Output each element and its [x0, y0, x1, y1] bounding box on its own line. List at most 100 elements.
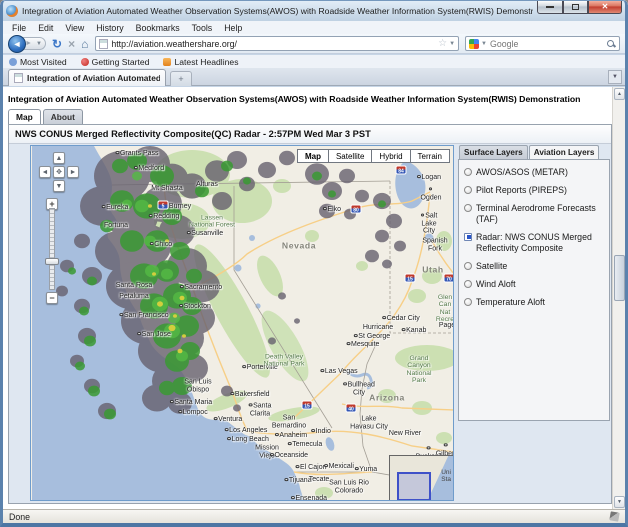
status-text: Done [9, 511, 31, 522]
map-type-hybrid[interactable]: Hybrid [372, 149, 411, 163]
pan-center-button[interactable]: ✥ [53, 166, 65, 178]
interstate-40-shield: 40 [345, 403, 357, 413]
map-type-buttons: Map Satellite Hybrid Terrain [296, 149, 450, 163]
scroll-down-button[interactable]: ▼ [614, 496, 625, 508]
history-dropdown-icon[interactable]: ▼ [36, 41, 42, 47]
radio-unselected[interactable] [464, 279, 472, 288]
map-panel: NWS CONUS Merged Reflectivity Composite(… [8, 124, 612, 504]
firefox-icon [6, 4, 18, 17]
interstate-84-shield: 84 [395, 165, 407, 175]
zoom-slider-handle[interactable] [45, 258, 59, 265]
scroll-up-button[interactable]: ▲ [614, 88, 625, 100]
url-dropdown-icon[interactable]: ▼ [449, 41, 455, 47]
radio-unselected[interactable] [464, 203, 472, 212]
layer-option[interactable]: AWOS/ASOS (METAR) [464, 167, 606, 178]
tab-map[interactable]: Map [8, 109, 41, 124]
menu-help[interactable]: Help [219, 23, 247, 33]
layer-option-label: Radar: NWS CONUS Merged Reflectivity Com… [476, 231, 592, 253]
radio-unselected[interactable] [464, 168, 472, 176]
title-bar[interactable]: Integration of Aviation Automated Weathe… [0, 0, 628, 21]
tab-surface-layers[interactable]: Surface Layers [459, 145, 528, 159]
map-type-terrain[interactable]: Terrain [410, 149, 450, 163]
radar-title: NWS CONUS Merged Reflectivity Composite(… [15, 129, 371, 139]
bookmark-star-icon[interactable]: ☆ [438, 38, 447, 49]
back-button[interactable]: ◄ [8, 34, 26, 53]
home-button[interactable]: ⌂ [81, 38, 88, 50]
layer-option[interactable]: Radar: NWS CONUS Merged Reflectivity Com… [464, 232, 606, 254]
browser-tab[interactable]: Integration of Aviation Automated ... [8, 69, 166, 86]
minimize-button[interactable] [537, 0, 563, 14]
tab-aviation-layers[interactable]: Aviation Layers [528, 145, 600, 159]
layers-panel: Surface Layers Aviation Layers AWOS/ASOS … [458, 145, 610, 501]
bookmark-label: Most Visited [20, 56, 67, 67]
layer-option[interactable]: Temperature Aloft [464, 297, 606, 308]
reload-button[interactable]: ↻ [52, 38, 62, 50]
bookmark-getting-started[interactable]: Getting Started [80, 56, 150, 67]
maximize-button[interactable] [563, 0, 588, 14]
tab-title: Integration of Aviation Automated ... [27, 73, 160, 83]
radio-unselected[interactable] [464, 261, 472, 270]
tab-strip: Integration of Aviation Automated ... + … [3, 68, 625, 86]
minimize-icon [546, 5, 554, 8]
stop-button[interactable]: × [68, 38, 75, 50]
bookmark-label: Latest Headlines [174, 56, 239, 67]
bookmark-latest-headlines[interactable]: Latest Headlines [163, 56, 239, 67]
layer-option[interactable]: Terminal Aerodrome Forecasts (TAF) [464, 203, 606, 225]
pan-down-button[interactable]: ▼ [53, 180, 65, 192]
search-icon[interactable] [606, 39, 616, 49]
page-content: Integration of Aviation Automated Weathe… [3, 87, 613, 509]
menu-file[interactable]: File [7, 23, 31, 33]
list-all-tabs-button[interactable]: ▼ [608, 70, 622, 84]
layer-option-label: AWOS/ASOS (METAR) [476, 167, 568, 177]
interstate-5-shield: 5 [157, 200, 169, 210]
bookmark-label: Getting Started [91, 56, 150, 67]
new-tab-button[interactable]: + [170, 71, 192, 86]
menu-edit[interactable]: Edit [33, 23, 58, 33]
map-type-map[interactable]: Map [296, 149, 329, 163]
map-canvas[interactable]: Grants Pass Medford Mt Shasta Alturas Eureka… [30, 145, 454, 501]
interstate-15-shield: 15 [301, 400, 313, 410]
maximize-icon [572, 3, 579, 10]
layer-option[interactable]: Wind Aloft [464, 279, 606, 290]
google-icon [469, 38, 480, 49]
layer-option-label: Temperature Aloft [476, 296, 545, 307]
vertical-scrollbar[interactable]: ▲ ▼ [612, 87, 625, 509]
layer-option[interactable]: Satellite [464, 261, 606, 272]
menu-bookmarks[interactable]: Bookmarks [131, 23, 185, 33]
radar-header: NWS CONUS Merged Reflectivity Composite(… [9, 125, 611, 144]
search-bar[interactable]: ▼ [465, 36, 620, 51]
radio-selected[interactable] [464, 232, 472, 241]
layer-option-label: Terminal Aerodrome Forecasts (TAF) [476, 202, 596, 224]
radio-unselected[interactable] [464, 297, 472, 306]
pan-up-button[interactable]: ▲ [53, 152, 65, 164]
map-graphics [32, 146, 453, 500]
bookmarks-toolbar: Most Visited Getting Started Latest Headli… [3, 55, 625, 68]
addon-icon[interactable] [609, 511, 620, 522]
navigation-toolbar: ◄ ► ▼ ↻ × ⌂ ☆ ▼ ▼ [3, 34, 625, 54]
tab-about[interactable]: About [42, 109, 83, 124]
menu-view[interactable]: View [60, 23, 89, 33]
zoom-out-button[interactable]: − [46, 292, 58, 304]
layer-option-label: Satellite [476, 260, 508, 271]
layer-option[interactable]: Pilot Reports (PIREPS) [464, 185, 606, 196]
overview-inset-map[interactable]: Uni Sta [389, 455, 453, 500]
url-input[interactable] [108, 37, 439, 50]
bookmark-icon [9, 57, 17, 66]
pan-left-button[interactable]: ◄ [39, 166, 51, 178]
bookmark-icon [80, 57, 89, 66]
search-input[interactable] [487, 37, 606, 50]
menu-history[interactable]: History [91, 23, 128, 33]
layer-option-label: Pilot Reports (PIREPS) [476, 184, 567, 195]
map-type-satellite[interactable]: Satellite [328, 149, 373, 163]
url-bar[interactable]: ☆ ▼ [95, 36, 460, 51]
menu-tools[interactable]: Tools [187, 23, 218, 33]
interstate-70-shield: 70 [443, 273, 453, 283]
radio-unselected[interactable] [464, 185, 472, 194]
interstate-80-shield: 80 [350, 204, 362, 214]
scrollbar-thumb[interactable] [614, 255, 625, 301]
close-button[interactable]: ✕ [588, 0, 622, 14]
pan-right-button[interactable]: ► [67, 166, 79, 178]
bookmark-most-visited[interactable]: Most Visited [9, 57, 67, 67]
overview-viewport-rect[interactable] [397, 472, 431, 500]
zoom-slider-track[interactable] [49, 208, 55, 290]
